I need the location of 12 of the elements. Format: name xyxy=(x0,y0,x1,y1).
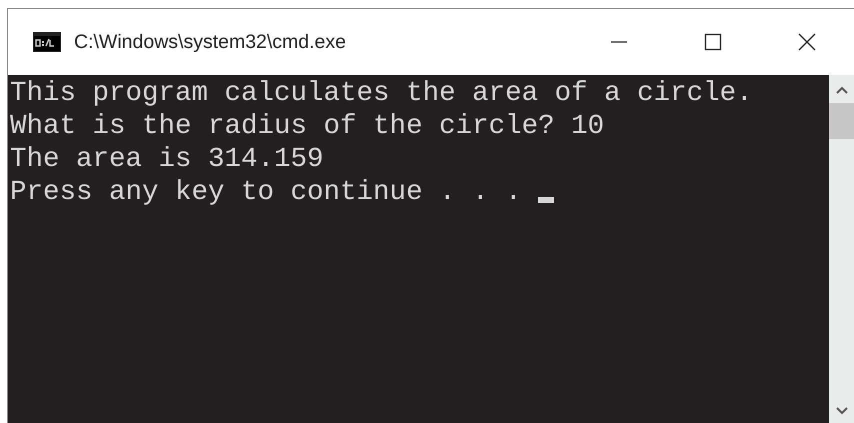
maximize-icon[interactable] xyxy=(703,32,723,52)
scrollbar[interactable] xyxy=(829,75,854,423)
scrollbar-thumb[interactable] xyxy=(829,103,854,139)
console-line: Press any key to continue . . . xyxy=(10,176,523,209)
console-line: What is the radius of the circle? 10 xyxy=(10,110,604,143)
close-icon[interactable] xyxy=(797,32,817,52)
window-title: C:\Windows\system32\cmd.exe xyxy=(74,30,346,54)
scroll-up-icon[interactable] xyxy=(834,85,848,95)
console-line: The area is 314.159 xyxy=(10,143,324,176)
console-icon xyxy=(33,32,61,52)
scroll-down-icon[interactable] xyxy=(834,406,848,416)
console-line: This program calculates the area of a circle. xyxy=(10,77,753,110)
